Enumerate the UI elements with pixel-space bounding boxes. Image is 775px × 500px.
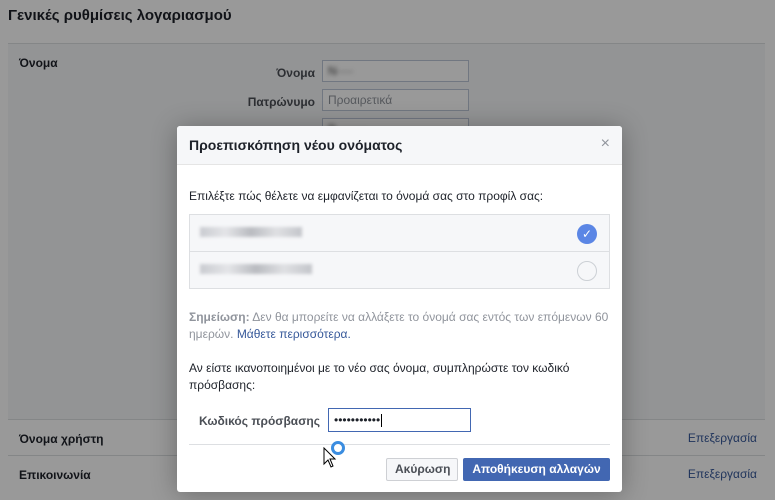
dialog-prompt: Επιλέξτε πώς θέλετε να εμφανίζεται το όν… [189, 189, 544, 203]
name-options-list: ✓ [189, 214, 610, 289]
preview-name-dialog: Προεπισκόπηση νέου ονόματος × Επιλέξτε π… [177, 126, 622, 492]
learn-more-link[interactable]: Μάθετε περισσότερα. [237, 327, 351, 341]
dialog-title: Προεπισκόπηση νέου ονόματος [189, 137, 403, 153]
text-caret [381, 414, 383, 428]
password-input[interactable]: ••••••••••• [328, 408, 471, 432]
name-option-1-text [200, 227, 302, 237]
name-option-1[interactable]: ✓ [190, 215, 609, 252]
check-icon[interactable]: ✓ [577, 224, 597, 244]
divider [189, 444, 610, 445]
name-option-2[interactable] [190, 252, 609, 289]
confirm-instruction: Αν είστε ικανοποιημένοι με το νέο σας όν… [189, 361, 570, 392]
save-changes-button[interactable]: Αποθήκευση αλλαγών [463, 458, 610, 481]
note-text: Σημείωση: Δεν θα μπορείτε να αλλάξετε το… [189, 309, 614, 343]
password-label: Κωδικός πρόσβασης [199, 414, 320, 428]
name-option-2-text [200, 264, 312, 274]
note-label: Σημείωση: [189, 310, 250, 324]
dialog-header: Προεπισκόπηση νέου ονόματος × [177, 126, 622, 165]
cancel-button[interactable]: Ακύρωση [386, 458, 458, 481]
mouse-cursor-icon [323, 447, 337, 468]
close-icon[interactable]: × [601, 136, 610, 152]
radio-icon[interactable] [577, 261, 597, 281]
password-value: ••••••••••• [334, 413, 381, 427]
